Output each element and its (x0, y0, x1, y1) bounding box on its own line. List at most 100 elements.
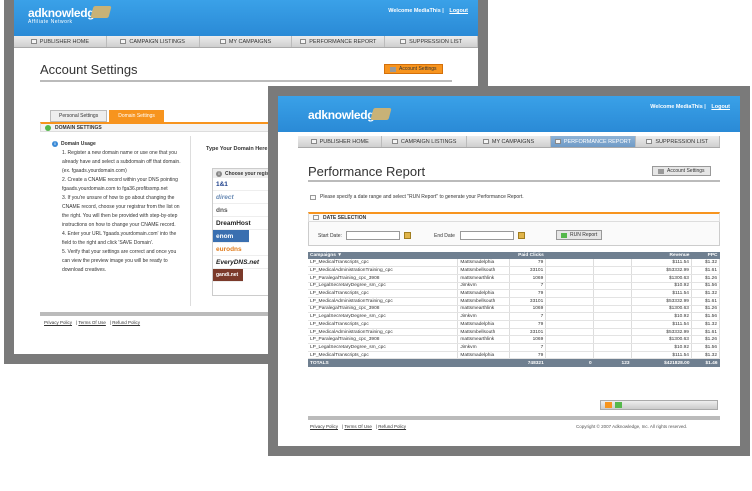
start-date-input[interactable] (346, 231, 400, 240)
main-nav: PUBLISHER HOME CAMPAIGN LISTINGS MY CAMP… (14, 36, 478, 48)
logout-link[interactable]: Logout (449, 8, 468, 14)
table-cell: $10.92 (631, 312, 692, 321)
table-row[interactable]: LP_MedicalTranscripts_cpc Mattsmadelphia 7… (308, 320, 721, 329)
totals-cell: 0 (545, 358, 594, 367)
nav-publisher-home[interactable]: PUBLISHER HOME (298, 136, 383, 147)
nav-my-campaigns[interactable]: MY CAMPAIGNS (467, 136, 552, 147)
table-cell[interactable]: LP_MedicalTranscripts_cpc (308, 320, 459, 329)
info-icon: i (52, 141, 58, 147)
table-cell (545, 351, 595, 360)
column-header-paid-clicks[interactable]: Paid Clicks (509, 252, 546, 259)
nav-suppression-list[interactable]: SUPPRESSION LIST (636, 136, 721, 147)
tab-personal-settings[interactable]: Personal Settings (50, 110, 108, 122)
table-cell: Mattsmbellsouth (457, 297, 511, 306)
table-row[interactable]: LP_MedicalTranscripts_cpc Mattsmadelphia 7… (308, 351, 721, 360)
registrar-gandi[interactable]: gandi.net (213, 269, 243, 282)
table-cell: 79 (509, 289, 547, 298)
table-row[interactable]: LP_MedicalAdministrationTraining_cpc Matt… (308, 297, 721, 306)
calendar-icon[interactable] (404, 232, 411, 239)
totals-cell (457, 358, 510, 367)
column-header-ppc[interactable]: PPC (691, 252, 720, 259)
usage-line: can view the preview image you will be r… (62, 258, 168, 264)
nav-campaign-listings[interactable]: CAMPAIGN LISTINGS (107, 36, 200, 47)
table-cell[interactable]: LP_ParalegalTraining_cpc_3908 (308, 305, 459, 314)
nav-performance-report[interactable]: PERFORMANCE REPORT (551, 136, 636, 147)
table-cell[interactable]: LP_LegalSecretaryDegree_sm_cpc (308, 282, 459, 291)
prev-page-icon[interactable] (605, 402, 612, 408)
tab-domain-settings[interactable]: Domain Settings (109, 110, 164, 122)
privacy-policy-link[interactable]: Privacy Policy (44, 320, 72, 325)
table-cell[interactable]: LP_LegalSecretaryDegree_sm_cpc (308, 343, 459, 352)
table-row[interactable]: LP_LegalSecretaryDegree_sm_cpc Jimkvm 7 $10… (308, 312, 721, 321)
table-cell[interactable]: LP_MedicalTranscripts_cpc (308, 289, 459, 298)
terms-of-use-link[interactable]: Terms Of Use (78, 320, 106, 325)
calendar-icon[interactable] (518, 232, 525, 239)
table-row[interactable]: LP_ParalegalTraining_cpc_3908 mattsmearth… (308, 335, 721, 345)
table-cell (545, 259, 595, 268)
nav-my-campaigns[interactable]: MY CAMPAIGNS (200, 36, 293, 47)
table-cell: $1.26 (691, 335, 721, 345)
privacy-policy-link[interactable]: Privacy Policy (310, 424, 338, 429)
table-cell[interactable]: LP_MedicalAdministrationTraining_cpc (308, 328, 459, 337)
table-cell: $1.26 (691, 305, 721, 314)
column-header-revenue[interactable]: Revenue (631, 252, 692, 259)
table-cell[interactable]: LP_LegalSecretaryDegree_sm_cpc (308, 312, 459, 321)
type-domain-label: Type Your Domain Here (206, 146, 268, 152)
table-row[interactable]: LP_MedicalTranscripts_cpc Mattsmadelphia 7… (308, 259, 721, 268)
table-cell (593, 320, 633, 329)
settings-icon (390, 66, 396, 72)
account-settings-button[interactable]: Account Settings (384, 64, 443, 74)
table-row[interactable]: LP_ParalegalTraining_cpc_3908 mattsmearth… (308, 305, 721, 314)
start-date-label: Start Date: (318, 233, 342, 239)
welcome-text: Welcome MediaThis | Logout (388, 8, 468, 14)
table-cell (545, 328, 595, 337)
registrar-enom[interactable]: enom (213, 230, 249, 243)
terms-of-use-link[interactable]: Terms Of Use (344, 424, 372, 429)
table-cell (545, 266, 595, 275)
table-cell (593, 266, 633, 275)
table-cell (545, 289, 595, 298)
table-cell: $53332.99 (631, 266, 692, 275)
column-header-campaigns[interactable]: Campaigns ▼ (308, 252, 458, 259)
logout-link[interactable]: Logout (711, 104, 730, 110)
table-cell: $111.54 (631, 259, 692, 268)
table-cell: Mattsmadelphia (457, 259, 511, 268)
table-cell[interactable]: LP_MedicalAdministrationTraining_cpc (308, 266, 459, 275)
table-row[interactable]: LP_LegalSecretaryDegree_sm_cpc Jimkvm 7 $10… (308, 282, 721, 291)
table-cell[interactable]: LP_MedicalTranscripts_cpc (308, 351, 459, 360)
nav-campaign-listings[interactable]: CAMPAIGN LISTINGS (382, 136, 467, 147)
refund-policy-link[interactable]: Refund Policy (112, 320, 140, 325)
run-report-button[interactable]: RUN Report (556, 230, 603, 240)
status-dot-icon (45, 124, 51, 131)
totals-cell: 123 (593, 358, 632, 367)
logo-tag-icon (370, 108, 392, 120)
table-cell[interactable]: LP_ParalegalTraining_cpc_3908 (308, 335, 459, 345)
table-cell: $1.32 (691, 351, 721, 360)
table-row[interactable]: LP_LegalSecretaryDegree_sm_cpc Jimkvm 7 $10… (308, 343, 721, 352)
table-row[interactable]: LP_ParalegalTraining_cpc_3908 mattsmearth… (308, 274, 721, 283)
table-row[interactable]: LP_MedicalAdministrationTraining_cpc Matt… (308, 328, 721, 337)
table-cell: $1.56 (691, 282, 721, 291)
run-icon (561, 232, 567, 238)
domain-settings-header: DOMAIN SETTINGS (40, 122, 280, 132)
table-cell[interactable]: LP_MedicalAdministrationTraining_cpc (308, 297, 459, 306)
end-date-input[interactable] (460, 231, 514, 240)
nav-performance-report[interactable]: PERFORMANCE REPORT (292, 36, 386, 47)
next-page-icon[interactable] (615, 402, 622, 408)
refund-policy-link[interactable]: Refund Policy (378, 424, 406, 429)
nav-publisher-home[interactable]: PUBLISHER HOME (14, 36, 107, 47)
adknowledge-logo[interactable]: adknowledge (308, 108, 381, 122)
table-row[interactable]: LP_MedicalAdministrationTraining_cpc Matt… (308, 266, 721, 275)
table-cell: 7 (509, 282, 547, 291)
table-row[interactable]: LP_MedicalTranscripts_cpc Mattsmadelphia 7… (308, 289, 721, 298)
usage-line: 4. Enter your URL 'fgaads.yourdomain.com… (62, 231, 177, 237)
performance-table: Campaigns ▼ Paid Clicks Revenue PPC LP_M… (308, 252, 721, 367)
nav-suppression-list[interactable]: SUPPRESSION LIST (385, 36, 478, 47)
table-cell: $1300.63 (631, 335, 692, 345)
list-icon (391, 139, 398, 144)
table-cell (593, 335, 633, 345)
table-cell[interactable]: LP_MedicalTranscripts_cpc (308, 259, 459, 268)
account-settings-button[interactable]: Account Settings (652, 166, 711, 176)
table-cell: $1.32 (691, 289, 721, 298)
table-cell[interactable]: LP_ParalegalTraining_cpc_3908 (308, 274, 459, 283)
